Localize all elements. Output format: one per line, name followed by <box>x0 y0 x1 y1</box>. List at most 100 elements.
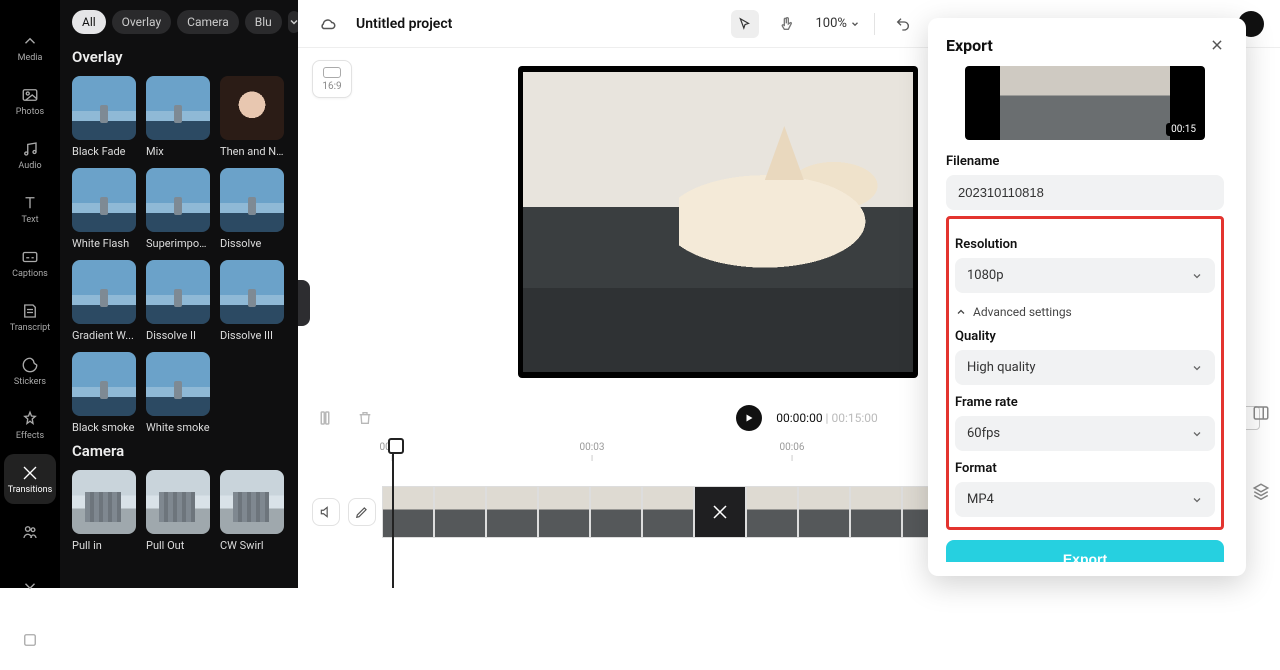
export-title: Export <box>946 36 993 55</box>
project-title[interactable]: Untitled project <box>356 16 452 32</box>
rail-item-transitions[interactable]: Transitions <box>4 454 56 504</box>
video-clip[interactable] <box>486 486 538 538</box>
rail-item-stickers[interactable]: Stickers <box>4 346 56 396</box>
hand-tool[interactable] <box>773 10 801 38</box>
playhead[interactable] <box>392 440 394 588</box>
filename-input[interactable] <box>946 175 1224 210</box>
rail-item-photos[interactable]: Photos <box>4 76 56 126</box>
chevron-icon <box>21 32 39 50</box>
section-title: Camera <box>72 442 286 460</box>
effects-icon <box>21 410 39 428</box>
transition-thumb <box>220 260 284 324</box>
video-preview[interactable] <box>518 66 918 378</box>
transition-item[interactable]: Dissolve III <box>220 260 284 342</box>
aspect-ratio-chip[interactable]: 16:9 <box>312 60 352 98</box>
transition-item[interactable]: Black Fade <box>72 76 136 158</box>
video-clip[interactable] <box>642 486 694 538</box>
transition-item[interactable]: Pull in <box>72 470 136 552</box>
nav-rail: MediaPhotosAudioTextCaptionsTranscriptSt… <box>0 0 60 588</box>
rail-item-chevron-down[interactable] <box>4 562 56 612</box>
transition-clip[interactable] <box>694 486 746 538</box>
transition-thumb <box>220 470 284 534</box>
rail-item-media[interactable]: Media <box>4 22 56 72</box>
rail-item-captions[interactable]: Captions <box>4 238 56 288</box>
transition-label: Dissolve II <box>146 329 210 342</box>
quality-select[interactable]: High quality <box>955 350 1215 385</box>
zoom-level[interactable]: 100% <box>815 16 859 31</box>
export-settings-highlight: Resolution 1080p Advanced settings Quali… <box>946 216 1224 530</box>
rail-item-people[interactable] <box>4 508 56 558</box>
rail-item-placeholder[interactable] <box>4 616 56 666</box>
people-icon <box>21 523 39 541</box>
transition-item[interactable]: Superimpose <box>146 168 210 250</box>
transition-item[interactable]: White smoke <box>146 352 210 434</box>
video-clip[interactable] <box>850 486 902 538</box>
ruler-tick: 00:03 <box>580 442 605 461</box>
transition-thumb <box>72 168 136 232</box>
filter-chip-overlay[interactable]: Overlay <box>112 10 171 34</box>
filter-chip-blu[interactable]: Blu <box>245 10 282 34</box>
transition-item[interactable]: Gradient W... <box>72 260 136 342</box>
transitions-icon <box>21 464 39 482</box>
transition-thumb <box>72 352 136 416</box>
sidebar-collapse-icon[interactable] <box>1252 404 1270 422</box>
track-audio-toggle[interactable] <box>312 498 340 526</box>
transitions-panel: AllOverlayCameraBlu OverlayBlack FadeMix… <box>60 0 298 588</box>
timecode: 00:00:00 | 00:15:00 <box>776 411 877 425</box>
transition-label: White smoke <box>146 421 210 434</box>
layers-icon[interactable] <box>1252 482 1270 500</box>
panel-collapse-handle[interactable] <box>298 280 310 326</box>
transition-item[interactable]: Dissolve II <box>146 260 210 342</box>
advanced-settings-toggle[interactable]: Advanced settings <box>955 305 1215 319</box>
video-clip[interactable] <box>590 486 642 538</box>
transition-thumb <box>72 470 136 534</box>
chevron-down-icon <box>1191 362 1203 374</box>
cursor-tool[interactable] <box>731 10 759 38</box>
resolution-label: Resolution <box>955 237 1215 252</box>
transition-item[interactable]: Then and N... <box>220 76 284 158</box>
transition-label: Gradient W... <box>72 329 136 342</box>
transition-thumb <box>220 76 284 140</box>
resolution-select[interactable]: 1080p <box>955 258 1215 293</box>
format-select[interactable]: MP4 <box>955 482 1215 517</box>
stickers-icon <box>21 356 39 374</box>
delete-button[interactable] <box>352 405 378 431</box>
track-pen-tool[interactable] <box>348 498 376 526</box>
framerate-select[interactable]: 60fps <box>955 416 1215 451</box>
transition-label: CW Swirl <box>220 539 284 552</box>
video-clip[interactable] <box>798 486 850 538</box>
export-button[interactable]: Export <box>946 540 1224 562</box>
transition-item[interactable]: CW Swirl <box>220 470 284 552</box>
rail-item-audio[interactable]: Audio <box>4 130 56 180</box>
chevron-down-icon <box>1191 494 1203 506</box>
transition-item[interactable]: White Flash <box>72 168 136 250</box>
photo-icon <box>21 86 39 104</box>
video-clip[interactable] <box>382 486 434 538</box>
export-dialog: Export 00:15 Filename Resolution 1080p A… <box>928 18 1246 576</box>
transition-item[interactable]: Pull Out <box>146 470 210 552</box>
chevron-down-icon <box>1191 270 1203 282</box>
transition-item[interactable]: Dissolve <box>220 168 284 250</box>
transition-item[interactable]: Mix <box>146 76 210 158</box>
chevron-down-icon <box>1191 428 1203 440</box>
undo-button[interactable] <box>889 10 917 38</box>
video-clip[interactable] <box>538 486 590 538</box>
export-preview-thumb: 00:15 <box>965 66 1205 140</box>
rail-item-effects[interactable]: Effects <box>4 400 56 450</box>
play-button[interactable] <box>736 405 762 431</box>
rail-item-text[interactable]: Text <box>4 184 56 234</box>
export-close-button[interactable] <box>1206 34 1228 56</box>
video-clip[interactable] <box>434 486 486 538</box>
split-button[interactable] <box>312 405 338 431</box>
transition-item[interactable]: Black smoke <box>72 352 136 434</box>
transition-thumb <box>220 168 284 232</box>
quality-label: Quality <box>955 329 1215 344</box>
filter-chip-camera[interactable]: Camera <box>177 10 239 34</box>
filter-chip-all[interactable]: All <box>72 10 106 34</box>
cloud-icon[interactable] <box>314 10 342 38</box>
video-clip[interactable] <box>746 486 798 538</box>
transition-label: Pull in <box>72 539 136 552</box>
filter-chip-more[interactable] <box>288 11 298 33</box>
transition-label: Black smoke <box>72 421 136 434</box>
rail-item-transcript[interactable]: Transcript <box>4 292 56 342</box>
